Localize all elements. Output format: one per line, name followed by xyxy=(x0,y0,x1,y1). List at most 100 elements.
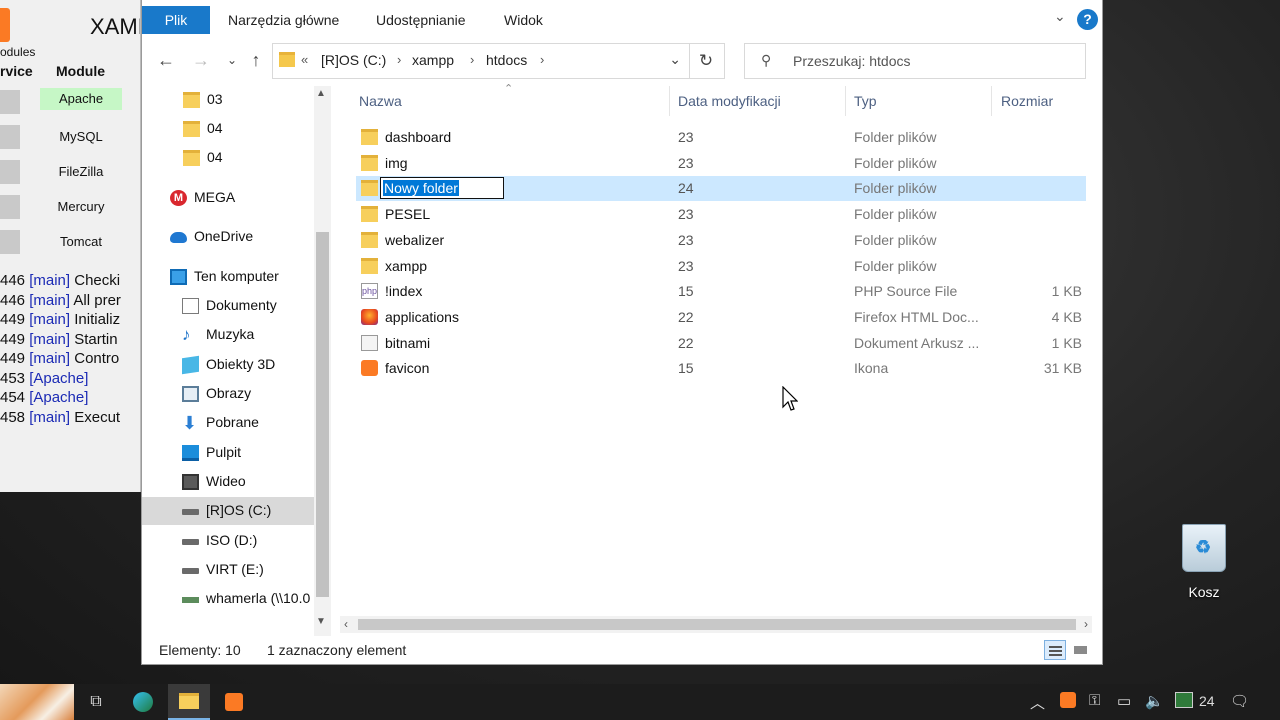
recent-locations-icon[interactable]: ⌄ xyxy=(220,48,244,72)
nav-item[interactable]: [R]OS (C:) xyxy=(142,497,314,525)
log-tag: [main] xyxy=(29,408,71,426)
log-message: All prer xyxy=(73,291,121,309)
scroll-left-icon[interactable]: ‹ xyxy=(344,617,348,631)
file-date: 24 xyxy=(678,180,694,197)
xampp-taskbar-icon[interactable] xyxy=(222,690,246,714)
file-name: PESEL xyxy=(385,206,431,223)
nav-item[interactable]: Dokumenty xyxy=(142,292,314,320)
monitor-icon[interactable] xyxy=(1175,692,1193,712)
start-thumbnail[interactable] xyxy=(0,684,74,720)
service-checkbox[interactable] xyxy=(0,90,20,114)
rename-input[interactable]: Nowy folder xyxy=(380,177,504,200)
nav-item[interactable]: OneDrive xyxy=(142,223,314,251)
task-view-icon[interactable]: ⧉ xyxy=(84,690,108,714)
service-checkbox[interactable] xyxy=(0,230,20,254)
volume-icon[interactable]: 🔈 xyxy=(1145,692,1164,710)
scrollbar-thumb[interactable] xyxy=(358,619,1076,630)
nav-item-label: 04 xyxy=(207,149,223,165)
log-time: 449 xyxy=(0,311,26,328)
nav-item[interactable]: ⬇ Pobrane xyxy=(142,409,314,437)
refresh-icon[interactable]: ↻ xyxy=(688,43,725,79)
column-header-name[interactable]: Nazwa xyxy=(359,93,402,109)
file-row[interactable]: Nowy folder 24 Folder plików xyxy=(356,176,1086,202)
large-icons-view-icon[interactable] xyxy=(1070,640,1092,660)
help-icon[interactable]: ? xyxy=(1077,9,1098,30)
tab-home[interactable]: Narzędzia główne xyxy=(228,12,339,28)
file-explorer-taskbar-button[interactable] xyxy=(168,684,210,720)
xampp-tray-icon[interactable] xyxy=(1060,692,1076,712)
tab-share[interactable]: Udostępnianie xyxy=(376,12,466,28)
nav-item[interactable]: M MEGA xyxy=(142,184,314,212)
chevron-right-icon[interactable]: › xyxy=(540,52,544,67)
status-bar: Elementy: 10 1 zaznaczony element xyxy=(142,638,1102,664)
show-hidden-icons-icon[interactable]: ︿ xyxy=(1030,692,1045,713)
tab-view[interactable]: Widok xyxy=(504,12,543,28)
file-type: Folder plików xyxy=(854,206,937,223)
service-checkbox[interactable] xyxy=(0,125,20,149)
forward-arrow-icon[interactable]: → xyxy=(189,48,213,72)
network-icon[interactable]: ▭ xyxy=(1117,692,1131,710)
scroll-down-icon[interactable]: ▼ xyxy=(316,616,326,627)
ribbon-expand-icon[interactable]: ⌄ xyxy=(1054,8,1066,25)
file-row[interactable]: favicon 15 Ikona 31 KB xyxy=(356,356,1086,381)
tab-file[interactable]: Plik xyxy=(142,6,210,34)
xampp-module-row: Mercury xyxy=(0,195,140,223)
file-row[interactable]: dashboard 23 Folder plików xyxy=(356,125,1086,150)
file-row[interactable]: bitnami 22 Dokument Arkusz ... 1 KB xyxy=(356,331,1086,356)
back-arrow-icon[interactable]: ← xyxy=(154,48,178,72)
file-row[interactable]: php !index 15 PHP Source File 1 KB xyxy=(356,279,1086,304)
file-row[interactable]: PESEL 23 Folder plików xyxy=(356,202,1086,227)
security-icon[interactable]: ⚿ xyxy=(1089,692,1100,709)
file-row[interactable]: xampp 23 Folder plików xyxy=(356,254,1086,279)
navigation-pane-scrollbar[interactable]: ▲ ▼ xyxy=(314,86,331,636)
breadcrumb-xampp[interactable]: xampp xyxy=(412,52,454,68)
search-input[interactable]: ⚲ Przeszukaj: htdocs xyxy=(744,43,1086,79)
column-header-size[interactable]: Rozmiar xyxy=(1001,93,1053,109)
log-tag: [main] xyxy=(29,350,71,367)
file-row[interactable]: webalizer 23 Folder plików xyxy=(356,228,1086,253)
nav-item[interactable]: 04 xyxy=(142,144,314,172)
log-time: 458 xyxy=(0,408,26,426)
chevron-right-icon[interactable]: › xyxy=(470,52,474,67)
edge-browser-icon[interactable] xyxy=(131,690,155,714)
scroll-up-icon[interactable]: ▲ xyxy=(316,88,326,99)
nav-item[interactable]: Ten komputer xyxy=(142,263,314,291)
nav-item[interactable]: 03 xyxy=(142,86,314,114)
scrollbar-thumb[interactable] xyxy=(316,232,329,597)
address-bar[interactable]: « [R]OS (C:) › xampp › htdocs › ⌄ xyxy=(272,43,690,79)
breadcrumb-drive[interactable]: [R]OS (C:) xyxy=(321,52,386,68)
nav-item[interactable]: Pulpit xyxy=(142,439,314,467)
clock[interactable]: 24 xyxy=(1199,693,1215,709)
overflow-icon[interactable]: « xyxy=(301,52,308,67)
xampp-module-row: MySQL xyxy=(0,125,140,153)
onedrive-icon xyxy=(170,232,187,243)
service-checkbox[interactable] xyxy=(0,195,20,219)
column-divider[interactable] xyxy=(991,86,992,116)
up-arrow-icon[interactable]: ↑ xyxy=(244,48,268,72)
breadcrumb-htdocs[interactable]: htdocs xyxy=(486,52,527,68)
nav-item[interactable]: 04 xyxy=(142,115,314,143)
file-type: Folder plików xyxy=(854,231,937,248)
service-checkbox[interactable] xyxy=(0,160,20,184)
file-row[interactable]: img 23 Folder plików xyxy=(356,151,1086,176)
nav-item[interactable]: ISO (D:) xyxy=(142,527,314,555)
firefox-html-icon xyxy=(361,308,378,325)
nav-item[interactable]: Obrazy xyxy=(142,380,314,408)
nav-item[interactable]: Obiekty 3D xyxy=(142,351,314,379)
column-divider[interactable] xyxy=(845,86,846,116)
chevron-right-icon[interactable]: › xyxy=(397,52,401,67)
notifications-icon[interactable]: 🗨 xyxy=(1230,692,1249,710)
column-header-type[interactable]: Typ xyxy=(854,93,877,109)
column-divider[interactable] xyxy=(669,86,670,116)
nav-item[interactable]: VIRT (E:) xyxy=(142,556,314,584)
scroll-right-icon[interactable]: › xyxy=(1084,617,1088,631)
recycle-bin[interactable]: ♻ Kosz xyxy=(1176,522,1232,602)
horizontal-scrollbar[interactable]: ‹ › xyxy=(340,616,1092,633)
chevron-down-icon[interactable]: ⌄ xyxy=(669,51,681,68)
details-view-icon[interactable] xyxy=(1044,640,1066,660)
file-row[interactable]: applications 22 Firefox HTML Doc... 4 KB xyxy=(356,305,1086,330)
nav-item[interactable]: whamerla (\\10.0 xyxy=(142,585,314,613)
column-header-date[interactable]: Data modyfikacji xyxy=(678,93,781,109)
nav-item[interactable]: ♪ Muzyka xyxy=(142,321,314,349)
nav-item[interactable]: Wideo xyxy=(142,468,314,496)
